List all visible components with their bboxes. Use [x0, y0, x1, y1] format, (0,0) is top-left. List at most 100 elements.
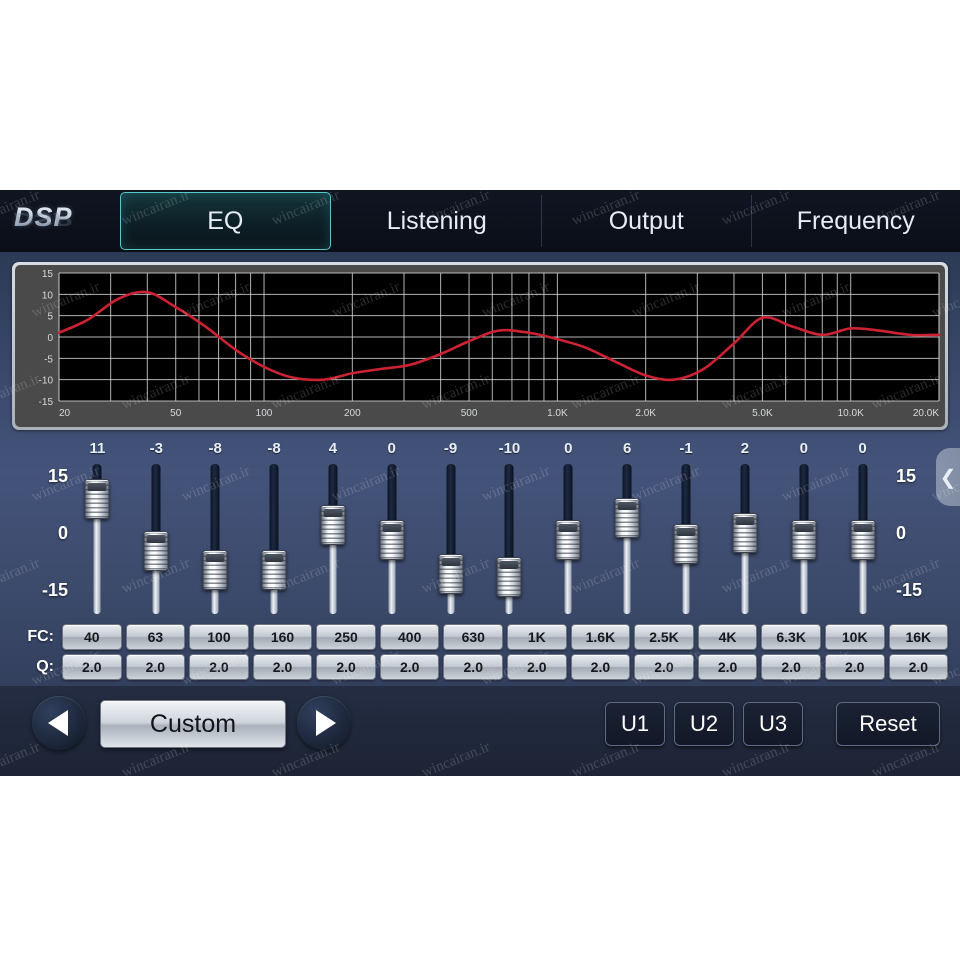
- q-cell[interactable]: 2.0: [379, 654, 440, 680]
- q-cell[interactable]: 2.0: [824, 654, 885, 680]
- user-preset-u1-button[interactable]: U1: [605, 702, 665, 746]
- slider-handle[interactable]: [614, 498, 640, 538]
- q-cell[interactable]: 2.0: [761, 654, 821, 680]
- reset-button[interactable]: Reset: [836, 702, 940, 746]
- slider-handle[interactable]: [143, 531, 169, 571]
- tab-listening[interactable]: Listening: [333, 195, 542, 247]
- q-cell[interactable]: 2.0: [316, 654, 376, 680]
- slider-handle[interactable]: [673, 524, 699, 564]
- slider-track-upper: [151, 464, 161, 537]
- q-cell[interactable]: 2.0: [443, 654, 504, 680]
- slider-track-lower: [623, 530, 631, 614]
- user-preset-u3-button[interactable]: U3: [743, 702, 803, 746]
- fc-row: FC: 40 63 100 160 250 400 630 1K 1.6K 2.5K 4K 6.3K 1…: [0, 624, 960, 650]
- q-cell[interactable]: 2.0: [507, 654, 567, 680]
- slider-handle[interactable]: [850, 520, 876, 560]
- slider-handle[interactable]: [202, 550, 228, 590]
- slider-handle[interactable]: [438, 554, 464, 594]
- slider-handle[interactable]: [379, 520, 405, 560]
- eq-graph-inner: 15 10 5 0 -5 -10 -15 20 50 100 200 500 1.0K 2.0K 5.0K 1…: [15, 265, 945, 427]
- band-slider[interactable]: [539, 464, 598, 614]
- fc-cell[interactable]: 1K: [507, 624, 567, 650]
- fc-cell[interactable]: 100: [189, 624, 249, 650]
- band-slider[interactable]: [833, 464, 892, 614]
- q-cell[interactable]: 2.0: [634, 654, 694, 680]
- band-slider[interactable]: [127, 464, 186, 614]
- fc-cell[interactable]: 10K: [824, 624, 885, 650]
- fc-cell[interactable]: 6.3K: [761, 624, 821, 650]
- tab-eq[interactable]: EQ: [120, 192, 331, 250]
- slider-handle[interactable]: [732, 513, 758, 553]
- band-slider[interactable]: [303, 464, 362, 614]
- gain-value: 2: [740, 440, 750, 457]
- preset-prev-button[interactable]: [32, 696, 86, 750]
- fc-cell[interactable]: 16K: [888, 624, 949, 650]
- band-slider[interactable]: [774, 464, 833, 614]
- q-cell[interactable]: 2.0: [189, 654, 249, 680]
- band-slider[interactable]: [657, 464, 716, 614]
- chevron-left-icon[interactable]: ❮: [936, 448, 960, 506]
- q-cell[interactable]: 2.0: [570, 654, 631, 680]
- dsp-logo-reflection: DSP: [14, 209, 73, 230]
- bottom-bar: Custom U1 U2 U3 Reset: [0, 686, 960, 776]
- gain-value: -10: [498, 440, 521, 457]
- fc-cell[interactable]: 40: [62, 624, 122, 650]
- reset-label: Reset: [859, 711, 917, 736]
- band-slider[interactable]: [245, 464, 304, 614]
- svg-text:-5: -5: [44, 354, 53, 365]
- gain-value: -8: [267, 440, 281, 457]
- band-slider[interactable]: [480, 464, 539, 614]
- slider-handle[interactable]: [496, 557, 522, 597]
- slider-handle[interactable]: [261, 550, 287, 590]
- fc-cell[interactable]: 2.5K: [634, 624, 694, 650]
- gain-value: -1: [679, 440, 693, 457]
- svg-text:20: 20: [59, 408, 71, 419]
- gain-value: 11: [89, 440, 106, 457]
- band-slider[interactable]: [421, 464, 480, 614]
- band-slider[interactable]: [68, 464, 127, 614]
- fc-cell[interactable]: 1.6K: [570, 624, 631, 650]
- tab-list: EQ Listening Output Frequency: [118, 190, 960, 252]
- q-cell[interactable]: 2.0: [252, 654, 313, 680]
- slider-handle[interactable]: [791, 520, 817, 560]
- svg-text:-15: -15: [39, 397, 54, 408]
- band-slider[interactable]: [715, 464, 774, 614]
- svg-text:5.0K: 5.0K: [752, 408, 773, 419]
- user-preset-u2-button[interactable]: U2: [674, 702, 734, 746]
- slider-handle[interactable]: [555, 520, 581, 560]
- dsp-logo: DSP DSP: [0, 190, 118, 252]
- triangle-right-icon: [315, 710, 336, 736]
- svg-text:-10: -10: [39, 376, 54, 387]
- gain-value: 0: [858, 440, 867, 457]
- q-cell[interactable]: 2.0: [62, 654, 122, 680]
- fc-cell[interactable]: 4K: [697, 624, 758, 650]
- tab-frequency[interactable]: Frequency: [750, 195, 960, 247]
- gain-value: 0: [799, 440, 808, 457]
- q-cell[interactable]: 2.0: [697, 654, 758, 680]
- fc-cell[interactable]: 160: [252, 624, 313, 650]
- slider-track-upper: [799, 464, 809, 526]
- fc-cell[interactable]: 63: [125, 624, 186, 650]
- tab-output[interactable]: Output: [541, 195, 751, 247]
- band-slider[interactable]: [598, 464, 657, 614]
- band-slider[interactable]: [186, 464, 245, 614]
- slider-track-upper: [740, 464, 750, 519]
- slider-track-upper: [446, 464, 456, 560]
- svg-text:15: 15: [42, 269, 54, 280]
- slider-handle[interactable]: [320, 505, 346, 545]
- q-cell[interactable]: 2.0: [888, 654, 949, 680]
- slider-handle[interactable]: [84, 479, 110, 519]
- slider-track-upper: [858, 464, 868, 526]
- band-sliders: [68, 464, 892, 614]
- svg-text:0: 0: [47, 333, 53, 344]
- slider-track-lower: [741, 545, 749, 614]
- preset-name-button[interactable]: Custom: [100, 700, 286, 748]
- fc-cell[interactable]: 400: [379, 624, 440, 650]
- tab-frequency-label: Frequency: [796, 206, 915, 235]
- fc-cell[interactable]: 630: [443, 624, 504, 650]
- band-slider[interactable]: [362, 464, 421, 614]
- svg-text:1.0K: 1.0K: [547, 408, 568, 419]
- preset-next-button[interactable]: [297, 696, 351, 750]
- q-cell[interactable]: 2.0: [125, 654, 186, 680]
- fc-cell[interactable]: 250: [316, 624, 376, 650]
